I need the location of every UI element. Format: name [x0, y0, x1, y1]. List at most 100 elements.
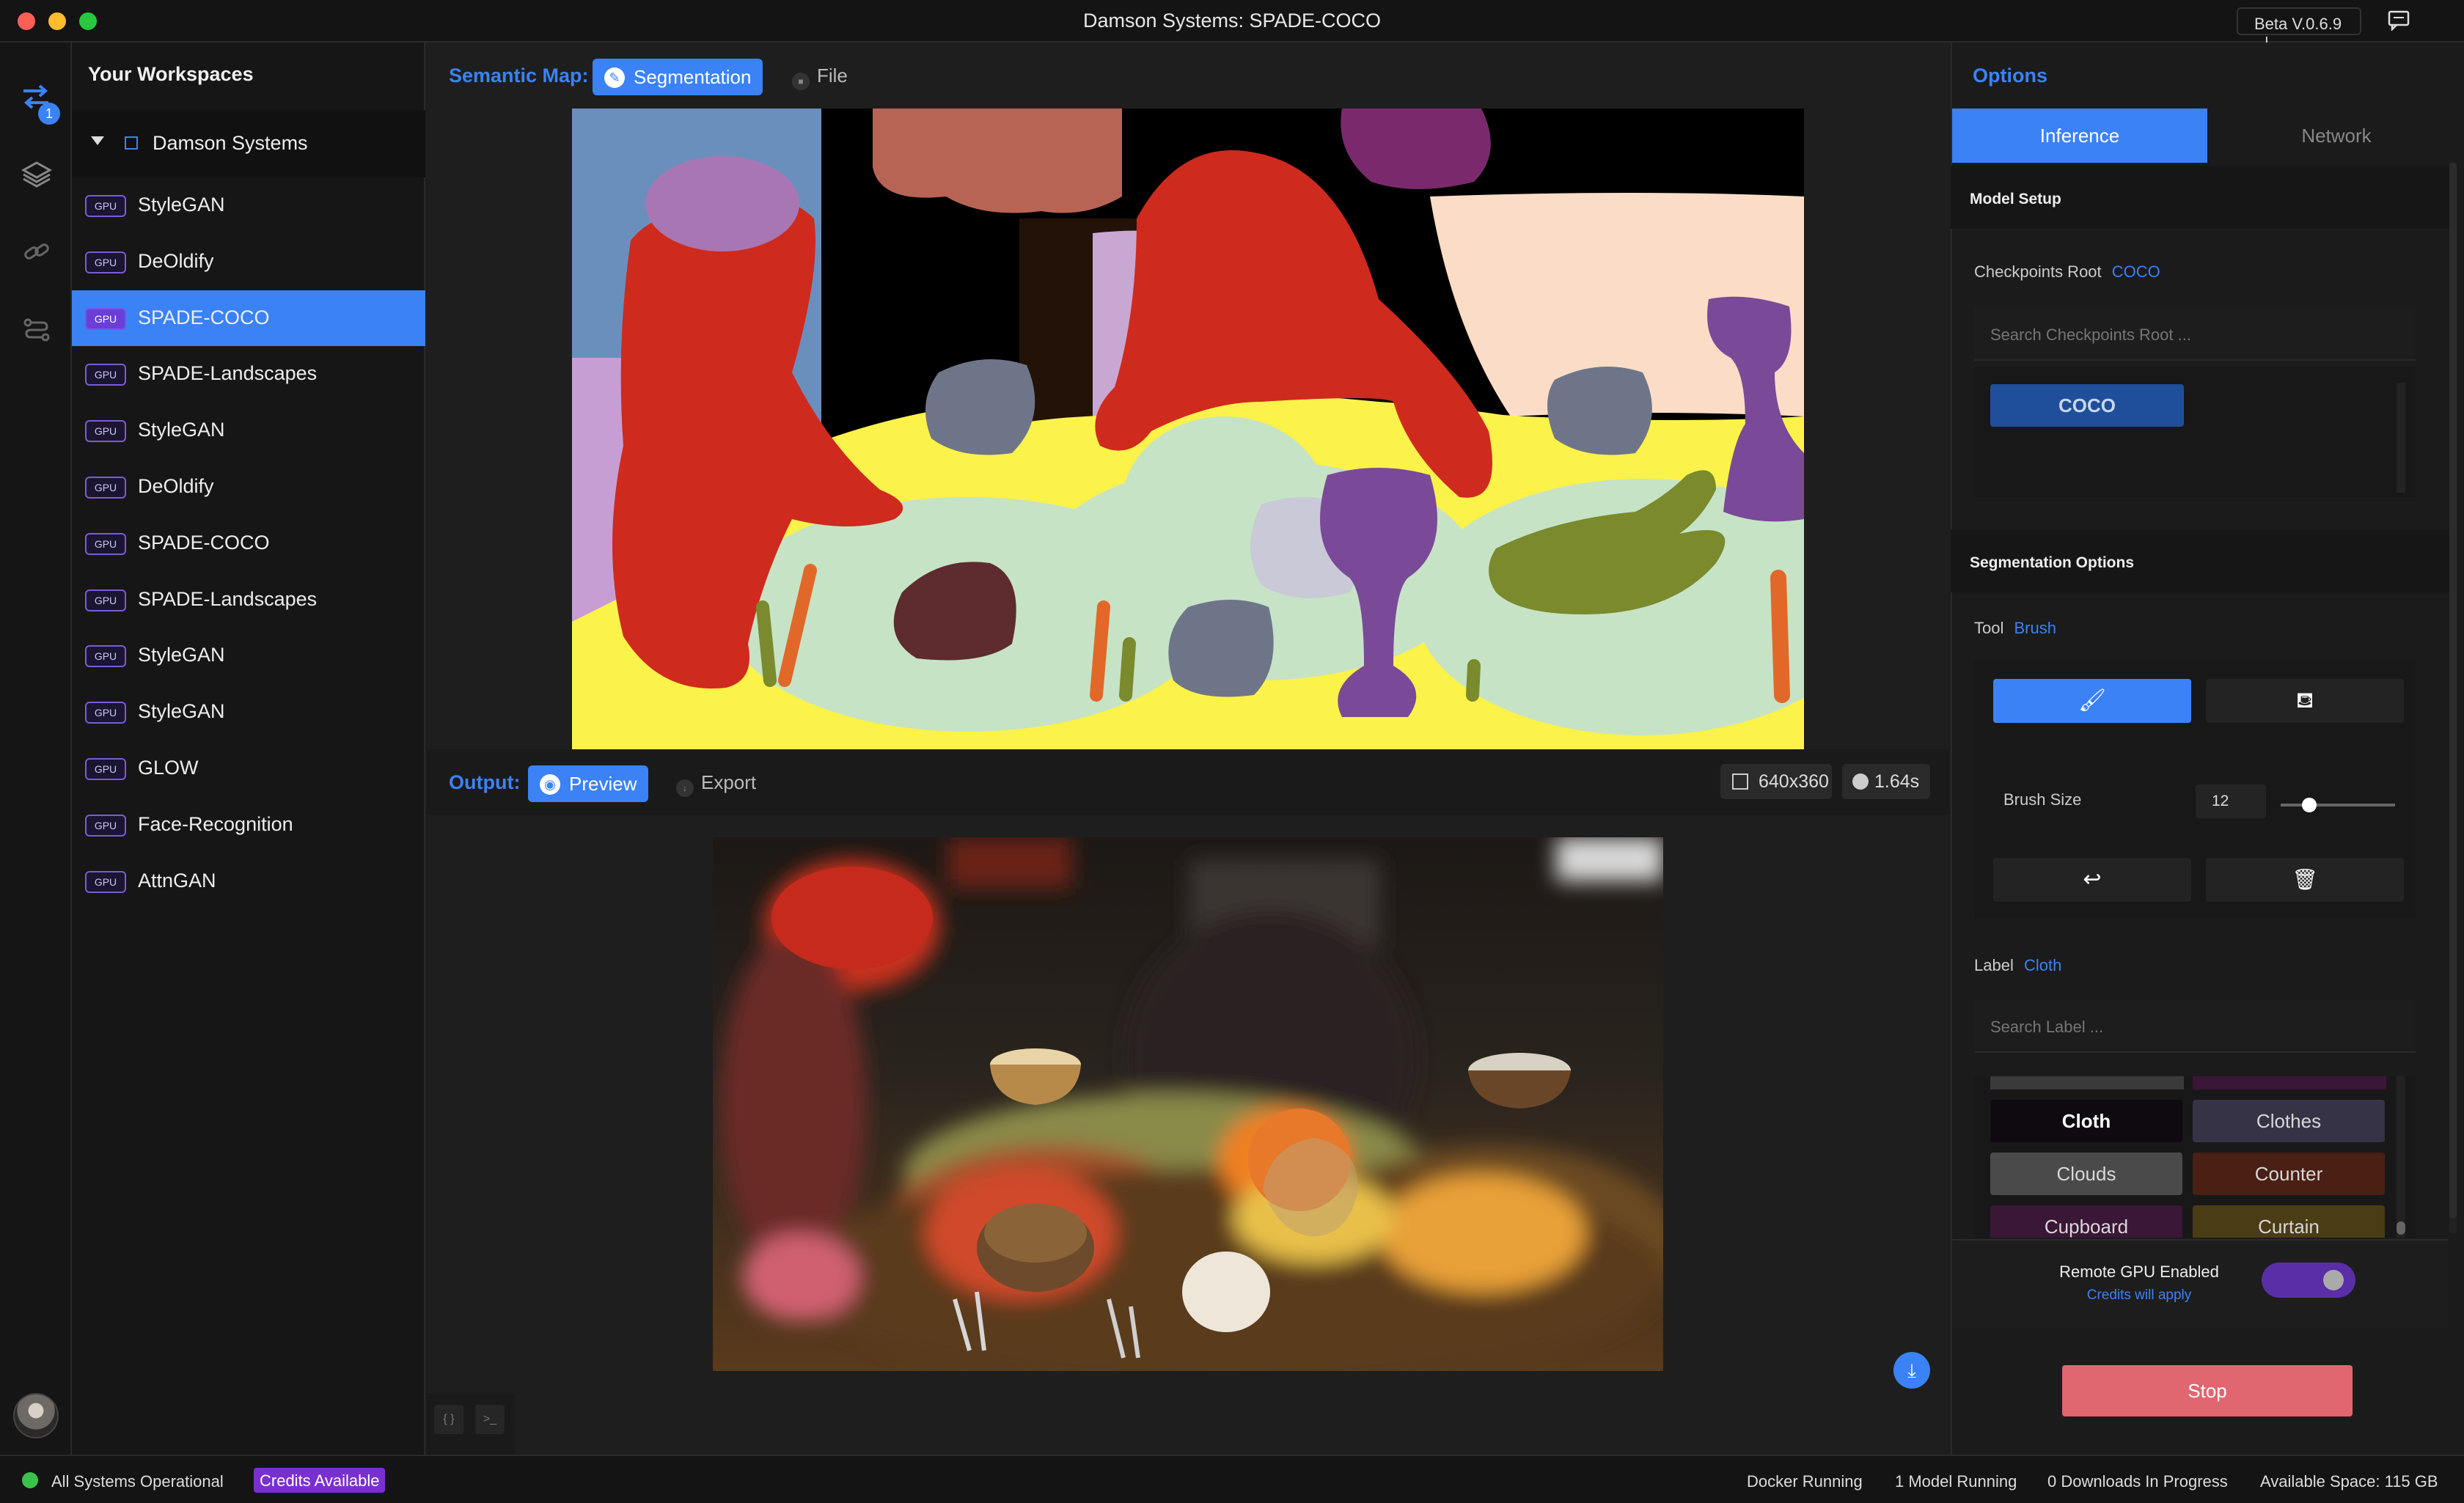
chevron-down-icon[interactable]: [91, 136, 104, 145]
label-chip[interactable]: Cupboard: [1990, 1205, 2182, 1238]
terminal-icon[interactable]: >_: [475, 1405, 505, 1434]
gpu-badge: GPU: [85, 307, 126, 330]
status-bar: All Systems Operational Credits Availabl…: [0, 1455, 2464, 1503]
checkpoint-item-coco[interactable]: COCO: [1990, 384, 2184, 427]
download-output-button[interactable]: ⤓: [1893, 1352, 1930, 1389]
gpu-badge: GPU: [85, 195, 126, 217]
resize-icon: [1732, 773, 1748, 790]
tab-segmentation[interactable]: ✎ Segmentation: [593, 59, 763, 95]
brush-size-input[interactable]: 12: [2196, 784, 2266, 818]
label-chip[interactable]: Clothes: [2193, 1100, 2385, 1142]
workspace-item-label: StyleGAN: [138, 194, 225, 216]
label-scrollbar[interactable]: [2397, 1076, 2405, 1238]
window-title: Damson Systems: SPADE-COCO: [1082, 10, 1382, 32]
workspace-item-label: AttnGAN: [138, 869, 216, 892]
label-chip[interactable]: Curtain: [2193, 1205, 2385, 1238]
workspace-item-label: SPADE-Landscapes: [138, 362, 318, 385]
gpu-badge: GPU: [85, 702, 126, 724]
brush-size-slider-knob[interactable]: [2302, 798, 2317, 812]
checkpoints-root-label: Checkpoints Root: [1974, 262, 2102, 281]
toggle-knob: [2323, 1270, 2344, 1290]
models-status: 1 Model Running: [1895, 1472, 2017, 1491]
time-badge: 1.64s: [1842, 764, 1930, 799]
checkpoints-search-input[interactable]: [1990, 324, 2401, 346]
workspace-item[interactable]: GPU SPADE-COCO: [72, 515, 425, 571]
feedback-icon[interactable]: [2388, 10, 2410, 32]
downloads-status: 0 Downloads In Progress: [2047, 1472, 2228, 1491]
label-scroll-thumb[interactable]: [2397, 1221, 2405, 1235]
workspace-item-label: GLOW: [138, 757, 199, 779]
workspaces-title: Your Workspaces: [88, 63, 254, 85]
tool-value: Brush: [2014, 619, 2056, 637]
label-chip[interactable]: Clouds: [1990, 1153, 2182, 1195]
resolution-badge: 640x360: [1720, 764, 1832, 799]
workspace-item-label: Face-Recognition: [138, 812, 293, 835]
workspace-item[interactable]: GPU DeOldify: [72, 234, 425, 290]
workspace-item-label: DeOldify: [138, 475, 214, 497]
checkpoints-root-value: COCO: [2111, 262, 2160, 281]
code-icon[interactable]: { }: [434, 1405, 463, 1434]
tab-network[interactable]: Network: [2209, 109, 2464, 163]
semantic-map-label: Semantic Map:: [449, 65, 589, 87]
stop-button[interactable]: Stop: [2062, 1365, 2353, 1416]
credits-badge[interactable]: Credits Available: [254, 1468, 386, 1493]
workspace-group-label: Damson Systems: [153, 132, 308, 154]
layers-icon[interactable]: [21, 160, 53, 189]
remote-gpu-toggle[interactable]: [2262, 1263, 2355, 1298]
avatar[interactable]: [13, 1393, 59, 1438]
workspace-item[interactable]: GPU StyleGAN: [72, 177, 425, 233]
title-bar: Damson Systems: SPADE-COCO Beta V.0.6.9 …: [0, 0, 2464, 52]
label-chip[interactable]: Cloth: [1990, 1100, 2182, 1142]
tab-export[interactable]: ↓ Export: [676, 771, 756, 797]
gpu-badge: GPU: [85, 758, 126, 780]
clock-icon: [1852, 773, 1869, 790]
workspace-item[interactable]: GPU AttnGAN: [72, 853, 425, 909]
label-chip-partial: [1990, 1076, 2184, 1089]
tab-inference[interactable]: Inference: [1952, 109, 2207, 163]
output-toolbar: Output: ◉ Preview ↓ Export 640x360 1.64s: [427, 749, 1949, 815]
gpu-badge: GPU: [85, 870, 126, 893]
options-title: Options: [1973, 65, 2047, 87]
eye-icon: ◉: [540, 774, 560, 795]
label-row: Label Cloth: [1974, 956, 2061, 975]
segmentation-canvas[interactable]: [572, 109, 1804, 749]
brush-tool-button[interactable]: 🖌: [1993, 679, 2191, 723]
link-icon[interactable]: [21, 238, 53, 267]
workspace-item[interactable]: GPU StyleGAN: [72, 684, 425, 740]
workspace-sidebar: Your Workspaces Damson Systems GPU StyleG…: [72, 43, 425, 1455]
label-search-input[interactable]: [1990, 1016, 2401, 1038]
checkpoints-search-field[interactable]: [1974, 308, 2416, 361]
workspace-item[interactable]: GPU DeOldify: [72, 459, 425, 515]
workspace-item[interactable]: GPU GLOW: [72, 741, 425, 796]
options-scrollbar[interactable]: [2449, 163, 2457, 1233]
options-scroll-thumb[interactable]: [2449, 163, 2457, 1219]
tab-preview[interactable]: ◉ Preview: [528, 765, 648, 802]
semantic-map-toolbar: Semantic Map: ✎ Segmentation ■ File: [427, 43, 1949, 109]
gpu-badge: GPU: [85, 645, 126, 668]
label-value: Cloth: [2023, 956, 2062, 974]
workspace-item-label: StyleGAN: [138, 700, 225, 723]
tool-row: Tool Brush: [1974, 619, 2056, 638]
flow-icon[interactable]: [21, 315, 53, 345]
gpu-badge: GPU: [85, 420, 126, 443]
workspace-item-label: StyleGAN: [138, 644, 225, 666]
workspace-item[interactable]: GPU SPADE-Landscapes: [72, 572, 425, 628]
label-search-field[interactable]: [1974, 1000, 2416, 1053]
brush-size-slider[interactable]: [2281, 798, 2395, 812]
workspace-group[interactable]: Damson Systems: [72, 110, 425, 177]
fill-tool-button[interactable]: ⛾: [2206, 679, 2404, 723]
gpu-badge: GPU: [85, 364, 126, 386]
checkpoints-scrollbar[interactable]: [2397, 383, 2405, 493]
workspace-item[interactable]: GPU SPADE-Landscapes: [72, 346, 425, 402]
workspace-item[interactable]: GPU StyleGAN: [72, 403, 425, 458]
docker-status: Docker Running: [1747, 1472, 1863, 1491]
clear-button[interactable]: 🗑: [2206, 858, 2404, 902]
output-preview-image: [713, 837, 1663, 1371]
tab-file[interactable]: ■ File: [792, 65, 848, 90]
workspace-item[interactable]: GPU StyleGAN: [72, 628, 425, 683]
workspace-item[interactable]: GPU Face-Recognition: [72, 797, 425, 853]
undo-button[interactable]: ↩: [1993, 858, 2191, 902]
workspace-item[interactable]: GPU SPADE-COCO: [72, 290, 425, 346]
gpu-badge: GPU: [85, 477, 126, 499]
label-chip[interactable]: Counter: [2193, 1153, 2385, 1195]
